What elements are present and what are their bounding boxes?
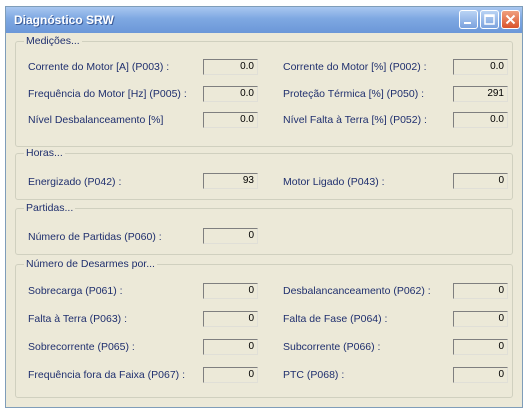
measurements-group-title: Medições... — [24, 35, 82, 47]
motor-current-a-field[interactable]: 0.0 — [203, 59, 258, 75]
overload-label: Sobrecarga (P061) : — [28, 285, 123, 297]
energized-label: Energizado (P042) : — [28, 176, 122, 188]
hours-group: Horas... Energizado (P042) : 93 Motor Li… — [15, 147, 513, 200]
close-icon — [505, 14, 516, 25]
motor-frequency-label: Frequência do Motor [Hz] (P005) : — [28, 88, 187, 100]
overcurrent-field[interactable]: 0 — [203, 339, 258, 355]
starts-group: Partidas... Número de Partidas (P060) : … — [15, 202, 513, 255]
title-bar[interactable]: Diagnóstico SRW — [6, 7, 522, 33]
motor-current-pct-field[interactable]: 0.0 — [453, 59, 508, 75]
ground-fault-trips-label: Falta à Terra (P063) : — [28, 313, 128, 325]
trips-group: Número de Desarmes por... Sobrecarga (P0… — [15, 258, 513, 398]
trips-group-title: Número de Desarmes por... — [24, 258, 157, 270]
measurements-group: Medições... Corrente do Motor [A] (P003)… — [15, 35, 513, 147]
unbalance-level-field[interactable]: 0.0 — [203, 112, 258, 128]
phase-loss-label: Falta de Fase (P064) : — [283, 313, 388, 325]
ptc-field[interactable]: 0 — [453, 367, 508, 383]
motor-frequency-field[interactable]: 0.0 — [203, 86, 258, 102]
overload-field[interactable]: 0 — [203, 283, 258, 299]
client-area: Medições... Corrente do Motor [A] (P003)… — [9, 35, 519, 404]
motor-current-a-label: Corrente do Motor [A] (P003) : — [28, 61, 170, 73]
phase-loss-field[interactable]: 0 — [453, 311, 508, 327]
thermal-protection-label: Proteção Térmica [%] (P050) : — [283, 88, 425, 100]
hours-group-title: Horas... — [24, 147, 65, 159]
ground-fault-trips-field[interactable]: 0 — [203, 311, 258, 327]
close-button[interactable] — [501, 10, 520, 29]
motor-running-label: Motor Ligado (P043) : — [283, 176, 385, 188]
ptc-label: PTC (P068) : — [283, 369, 345, 381]
minimize-button[interactable] — [459, 10, 478, 29]
starts-group-title: Partidas... — [24, 202, 76, 214]
undercurrent-field[interactable]: 0 — [453, 339, 508, 355]
motor-current-pct-label: Corrente do Motor [%] (P002) : — [283, 61, 427, 73]
maximize-icon — [484, 14, 495, 25]
thermal-protection-field[interactable]: 291 — [453, 86, 508, 102]
overcurrent-label: Sobrecorrente (P065) : — [28, 341, 135, 353]
unbalance-trips-field[interactable]: 0 — [453, 283, 508, 299]
frequency-out-of-range-field[interactable]: 0 — [203, 367, 258, 383]
unbalance-level-label: Nível Desbalanceamento [%] — [28, 114, 164, 126]
starts-count-label: Número de Partidas (P060) : — [28, 231, 162, 243]
starts-count-field[interactable]: 0 — [203, 228, 258, 244]
ground-fault-level-field[interactable]: 0.0 — [453, 112, 508, 128]
unbalance-trips-label: Desbalancanceamento (P062) : — [283, 285, 431, 297]
energized-field[interactable]: 93 — [203, 173, 258, 189]
maximize-button[interactable] — [480, 10, 499, 29]
window-title: Diagnóstico SRW — [14, 13, 114, 27]
undercurrent-label: Subcorrente (P066) : — [283, 341, 381, 353]
motor-running-field[interactable]: 0 — [453, 173, 508, 189]
ground-fault-level-label: Nível Falta à Terra [%] (P052) : — [283, 114, 427, 126]
diagnostic-window: Diagnóstico SRW Medições... Corrente do … — [5, 6, 523, 408]
frequency-out-of-range-label: Frequência fora da Faixa (P067) : — [28, 369, 185, 381]
minimize-icon — [464, 22, 471, 24]
